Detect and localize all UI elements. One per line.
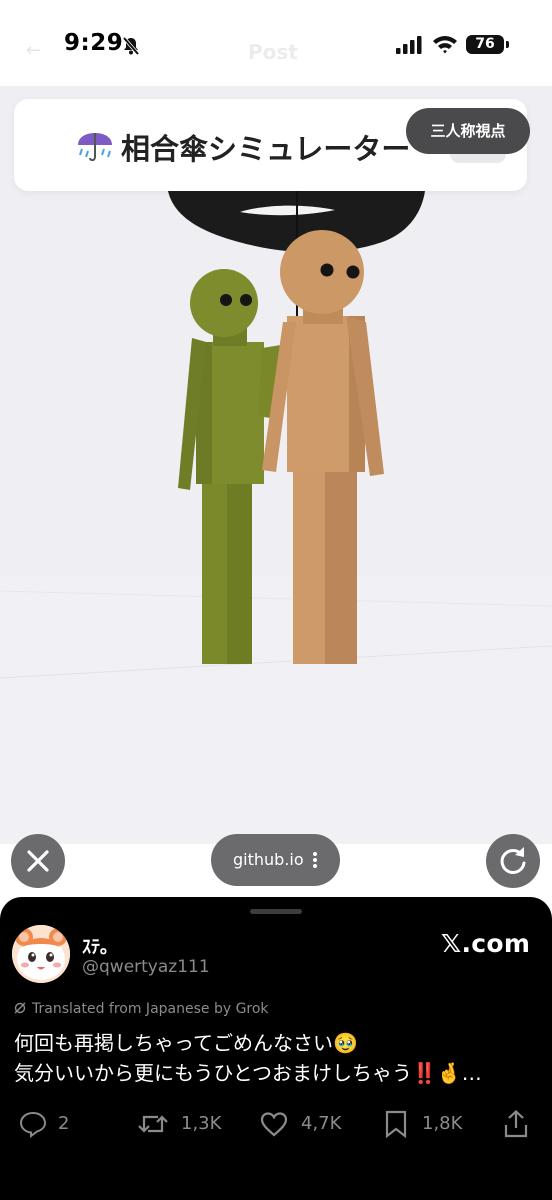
sheet-grabber[interactable] [250,909,302,914]
reply-count: 2 [58,1113,70,1134]
tweet-card: ｽﾃ｡ @qwertyaz111 𝕏.com Translated from J… [0,897,552,1200]
page-header-ghost: Post [248,40,298,64]
url-label: github.io [233,850,304,869]
close-icon [27,850,49,872]
translation-note[interactable]: Translated from Japanese by Grok [14,1001,269,1017]
share-button[interactable] [502,1109,532,1139]
tweet-text-line-1: 何回も再掲しちゃってごめんなさい🥹 [14,1031,358,1055]
like-button[interactable]: 4,7K [259,1109,359,1139]
like-count: 4,7K [301,1113,342,1134]
back-arrow-icon: ← [26,40,42,61]
umbrella-rain-icon [78,133,112,162]
simulator-viewport[interactable]: 相合傘シミュレーター 開く 三人称視点 [0,86,552,844]
bookmark-button[interactable]: 1,8K [382,1109,482,1139]
repost-button[interactable]: 1,3K [137,1109,237,1139]
hamster-avatar-image [12,925,70,983]
display-name[interactable]: ｽﾃ｡ [82,933,109,959]
close-button[interactable] [11,834,65,888]
url-bar[interactable]: github.io [211,834,340,886]
heart-icon [260,1112,288,1137]
repost-count: 1,3K [181,1113,222,1134]
third-person-view-button[interactable]: 三人称視点 [406,108,530,154]
reply-button[interactable]: 2 [18,1109,78,1139]
status-bar: ← Post 9:29 76 [0,0,552,86]
user-handle[interactable]: @qwertyaz111 [82,957,210,977]
reload-button[interactable] [486,834,540,888]
reply-icon [19,1111,47,1138]
bell-slash-icon [122,36,140,56]
share-icon [504,1109,528,1138]
scene-render [0,191,552,844]
more-vertical-icon[interactable] [312,851,318,869]
avatar[interactable] [12,925,70,983]
wifi-icon [433,36,457,54]
signal-icon [396,36,422,54]
reload-icon [500,847,526,874]
grok-icon [14,1002,26,1014]
translation-label: Translated from Japanese by Grok [32,1001,269,1017]
x-com-logo[interactable]: 𝕏.com [441,929,530,958]
page-title: 相合傘シミュレーター [121,132,411,166]
repost-icon [138,1115,168,1133]
battery-tip [506,41,509,48]
status-time: 9:29 [64,30,124,56]
bookmark-count: 1,8K [422,1113,463,1134]
bookmark-icon [385,1110,407,1139]
battery-icon: 76 [466,35,504,54]
tweet-text-line-2: 気分いいから更にもうひとつおまけしちゃう‼️🤞… [14,1061,482,1085]
